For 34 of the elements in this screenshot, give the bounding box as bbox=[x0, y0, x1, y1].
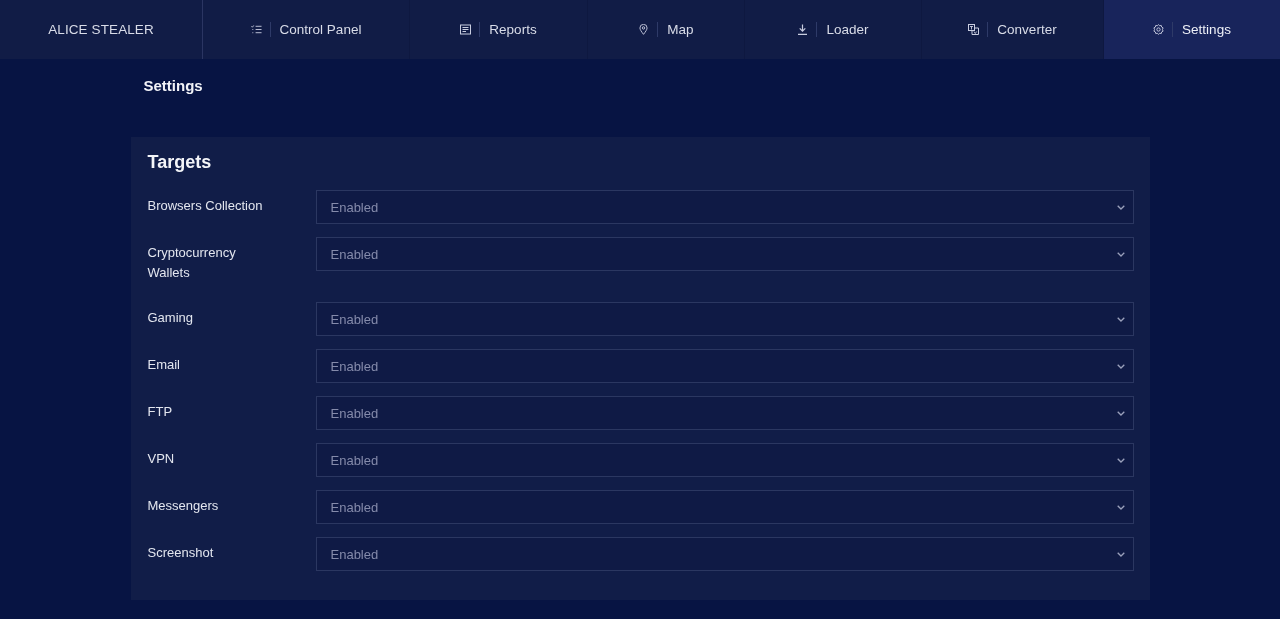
chevron-down-icon bbox=[1116, 457, 1125, 463]
settings-icon bbox=[1153, 24, 1165, 35]
field-label: Email bbox=[147, 356, 181, 374]
page-title: Settings bbox=[143, 76, 203, 96]
chevron-down-icon bbox=[1116, 363, 1125, 369]
section-title: Targets bbox=[147, 151, 212, 174]
field-label: VPN bbox=[147, 450, 176, 468]
chevron-down-icon bbox=[1116, 251, 1125, 257]
chevron-down-icon bbox=[1116, 504, 1125, 510]
select-field[interactable]: Enabled bbox=[315, 237, 1134, 271]
brand-name: ALICE STEALER bbox=[48, 22, 154, 37]
field-label: Screenshot bbox=[147, 544, 215, 562]
translate-icon bbox=[968, 24, 980, 35]
download-icon bbox=[797, 24, 809, 35]
field-label: Gaming bbox=[147, 309, 195, 327]
select-field[interactable]: Enabled bbox=[315, 490, 1134, 524]
nav-tab[interactable]: Settings bbox=[1104, 0, 1280, 59]
select-field[interactable]: Enabled bbox=[315, 443, 1134, 477]
checklist-icon bbox=[250, 24, 262, 35]
chevron-down-icon bbox=[1116, 316, 1125, 322]
chevron-down-icon bbox=[1116, 410, 1125, 416]
location-pin-icon bbox=[638, 24, 650, 35]
select-field[interactable]: Enabled bbox=[315, 190, 1134, 224]
select-field[interactable]: Enabled bbox=[315, 396, 1134, 430]
chevron-down-icon bbox=[1116, 551, 1125, 557]
field-label: Browsers Collection bbox=[147, 197, 264, 215]
chevron-down-icon bbox=[1116, 204, 1125, 210]
select-field[interactable]: Enabled bbox=[315, 302, 1134, 336]
field-label: Cryptocurrency Wallets bbox=[147, 244, 237, 282]
select-field[interactable]: Enabled bbox=[315, 537, 1134, 571]
field-label: Messengers bbox=[147, 497, 220, 515]
document-icon bbox=[460, 24, 472, 35]
select-field[interactable]: Enabled bbox=[315, 349, 1134, 383]
field-label: FTP bbox=[147, 403, 174, 421]
